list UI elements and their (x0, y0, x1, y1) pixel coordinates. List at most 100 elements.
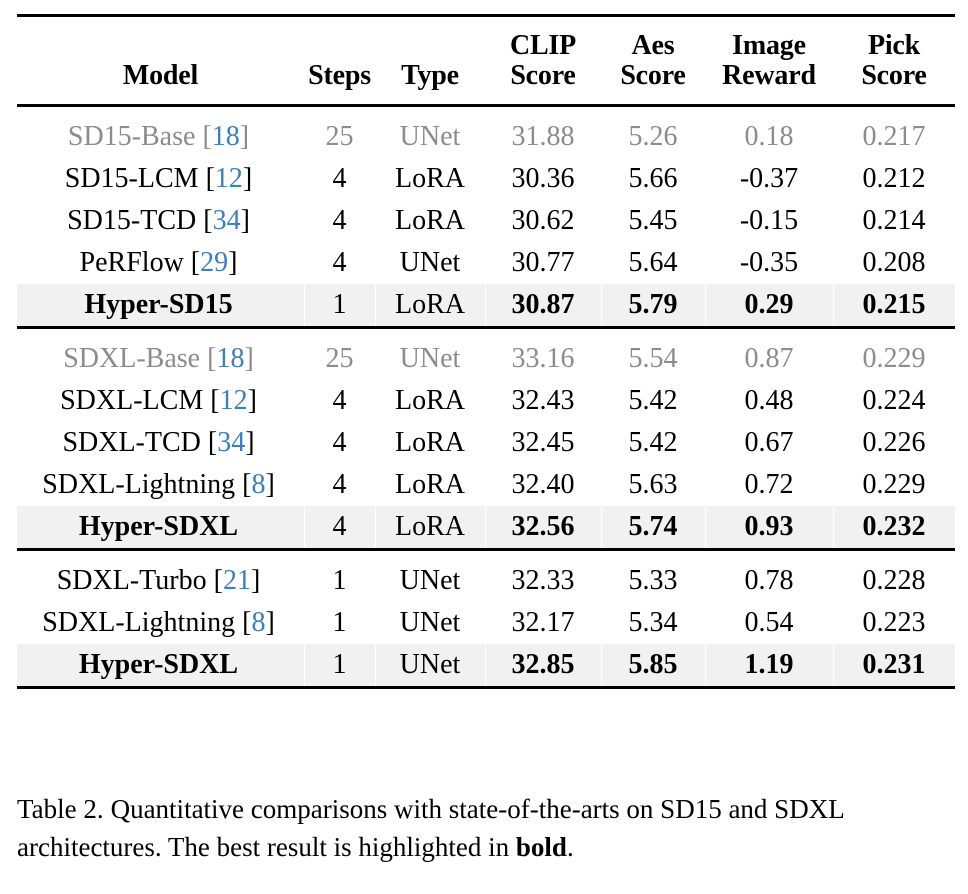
cell-steps: 1 (332, 607, 347, 639)
caption-text-after-bold: . (566, 832, 574, 863)
citation-link[interactable]: 18 (212, 121, 240, 152)
model-name: Hyper-SDXL (78, 511, 239, 543)
caption-label: Table 2. (17, 794, 104, 824)
cell-pick-score: 0.215 (833, 284, 955, 328)
cell-aes-score: 5.79 (601, 284, 705, 328)
citation-link[interactable]: 34 (213, 205, 241, 236)
cell-image-reward: 0.54 (744, 607, 794, 639)
citation-link[interactable]: 34 (217, 427, 245, 458)
cell-image-reward: 0.78 (744, 565, 794, 597)
cell-model: SD15-LCM [12] (64, 163, 253, 195)
column-header-pick-line2: Score (861, 60, 927, 92)
cell-model: SDXL-Lightning [8] (42, 469, 275, 501)
citation-link[interactable]: 12 (220, 385, 248, 416)
model-name: SD15-TCD (67, 205, 197, 237)
table-row: SD15-LCM [12] 4 LoRA 30.36 5.66 -0.37 0.212 (17, 158, 955, 200)
model-name: Hyper-SDXL (78, 649, 239, 681)
cell-type: UNet (399, 121, 461, 153)
table-row: SDXL-LCM [12] 4 LoRA 32.43 5.42 0.48 0.224 (17, 380, 955, 422)
table-row: SDXL-TCD [34] 4 LoRA 32.45 5.42 0.67 0.226 (17, 422, 955, 464)
cell-model: Hyper-SDXL (17, 644, 304, 688)
cell-pick-score: 0.226 (862, 427, 926, 459)
citation-link[interactable]: 8 (251, 607, 265, 638)
column-header-reward-line1: Image (732, 30, 806, 61)
cell-model: SD15-Base [18] (67, 121, 250, 153)
cell-type: LoRA (395, 205, 465, 237)
column-header-pick-line1: Pick (867, 30, 921, 61)
cell-model: SDXL-Lightning [8] (42, 607, 275, 639)
cell-type: LoRA (395, 385, 465, 417)
cell-aes-score: 5.42 (628, 427, 678, 459)
cell-steps: 4 (332, 385, 347, 417)
cell-clip-score: 32.33 (511, 565, 575, 597)
cell-clip-score: 30.87 (485, 284, 601, 328)
column-header-type: Type (375, 17, 485, 106)
spacer (17, 329, 955, 338)
citation-link[interactable]: 29 (200, 247, 228, 278)
table-bottom-rule (17, 686, 955, 691)
cell-clip-score: 32.56 (485, 506, 601, 550)
cell-clip-score: 30.77 (511, 247, 575, 279)
cell-image-reward: 0.67 (744, 427, 794, 459)
citation-link[interactable]: 12 (215, 163, 243, 194)
cell-model: PeRFlow [29] (79, 247, 238, 279)
column-header-image-reward: Image Reward (705, 17, 833, 106)
cell-aes-score: 5.45 (628, 205, 678, 237)
cell-pick-score: 0.232 (833, 506, 955, 550)
cell-clip-score: 31.88 (511, 121, 575, 153)
model-name: SDXL-LCM (60, 385, 204, 417)
cell-type: LoRA (395, 469, 465, 501)
results-table: Model Steps Type CLIP Score Aes Score Im… (17, 14, 955, 691)
cell-type: UNet (399, 565, 461, 597)
column-header-model: Model (17, 17, 304, 106)
table-row: SD15-Base [18] 25 UNet 31.88 5.26 0.18 0.217 (17, 116, 955, 158)
cell-pick-score: 0.212 (862, 163, 926, 195)
cell-aes-score: 5.42 (628, 385, 678, 417)
cell-steps: 1 (304, 284, 375, 328)
column-header-aes-line2: Score (620, 60, 686, 92)
column-header-aes-line1: Aes (631, 30, 675, 61)
spacer (17, 551, 955, 560)
cell-image-reward: 0.72 (744, 469, 794, 501)
citation-link[interactable]: 8 (251, 469, 265, 500)
cell-type: UNet (399, 607, 461, 639)
citation-link[interactable]: 21 (223, 565, 251, 596)
cell-image-reward: -0.15 (739, 205, 799, 237)
cell-model: Hyper-SDXL (17, 506, 304, 550)
cell-pick-score: 0.208 (862, 247, 926, 279)
results-table-container: Model Steps Type CLIP Score Aes Score Im… (17, 14, 955, 691)
cell-aes-score: 5.64 (628, 247, 678, 279)
cell-type: UNet (375, 644, 485, 688)
column-header-steps-line1: Steps (308, 60, 371, 92)
table-figure-page: Model Steps Type CLIP Score Aes Score Im… (0, 0, 968, 894)
cell-model: SDXL-Base [18] (63, 343, 254, 375)
cell-clip-score: 30.62 (511, 205, 575, 237)
table-row: Hyper-SDXL 4 LoRA 32.56 5.74 0.93 0.232 (17, 506, 955, 550)
cell-pick-score: 0.214 (862, 205, 926, 237)
table-header-row: Model Steps Type CLIP Score Aes Score Im… (17, 17, 955, 106)
model-name: SDXL-Lightning (42, 469, 236, 501)
cell-steps: 25 (325, 121, 354, 153)
citation-link[interactable]: 18 (216, 343, 244, 374)
cell-type: UNet (399, 247, 461, 279)
cell-aes-score: 5.26 (628, 121, 678, 153)
cell-type: LoRA (375, 506, 485, 550)
model-name: SD15-Base (67, 121, 196, 153)
cell-image-reward: 0.87 (744, 343, 794, 375)
cell-steps: 4 (304, 506, 375, 550)
cell-steps: 4 (332, 247, 347, 279)
cell-type: LoRA (395, 427, 465, 459)
cell-type: LoRA (375, 284, 485, 328)
cell-image-reward: 0.29 (705, 284, 833, 328)
column-header-pick-score: Pick Score (833, 17, 955, 106)
model-name: SDXL-Turbo (56, 565, 207, 597)
caption-bold-word: bold (515, 832, 567, 863)
table-row: Hyper-SD15 1 LoRA 30.87 5.79 0.29 0.215 (17, 284, 955, 328)
cell-model: SDXL-LCM [12] (60, 385, 257, 417)
cell-image-reward: 0.93 (705, 506, 833, 550)
cell-model: SD15-TCD [34] (67, 205, 250, 237)
cell-aes-score: 5.66 (628, 163, 678, 195)
model-name: PeRFlow (79, 247, 184, 279)
cell-model: Hyper-SD15 (17, 284, 304, 328)
cell-steps: 25 (325, 343, 354, 375)
